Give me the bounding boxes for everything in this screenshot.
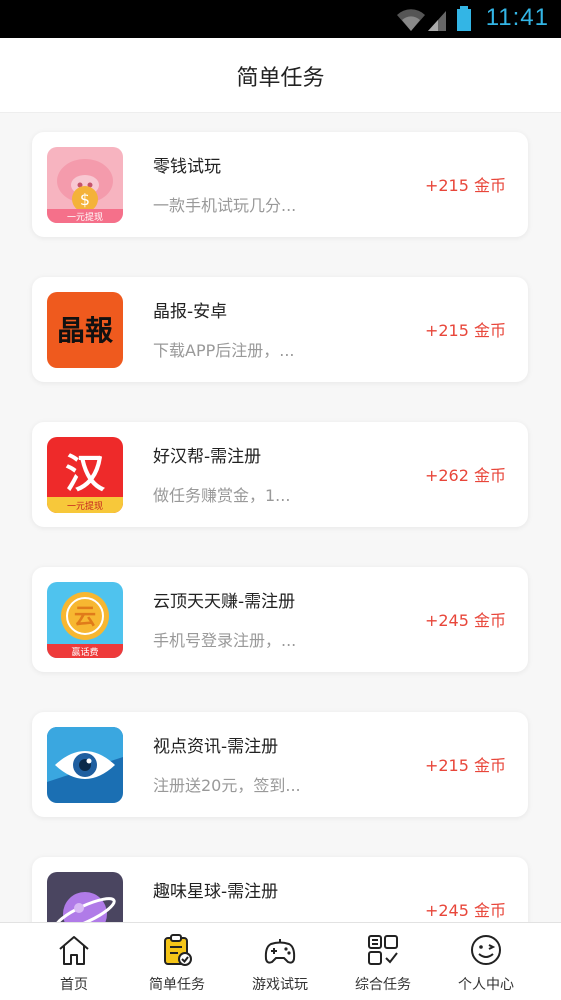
gamepad-icon — [264, 939, 296, 964]
task-description: 手机号登录注册，... — [153, 631, 297, 650]
task-card[interactable]: 趣味星球-需注册 +245 金币 — [32, 857, 528, 922]
task-card[interactable]: 云 赢话费 云顶天天赚-需注册 手机号登录注册，... +245 金币 — [32, 567, 528, 672]
task-description: 一款手机试玩几分... — [153, 196, 297, 215]
signal-icon — [428, 11, 446, 31]
tab-simple-tasks[interactable]: 简单任务 — [125, 923, 229, 1000]
task-reward: +215 金币 — [424, 756, 506, 775]
svg-text:云: 云 — [74, 605, 96, 630]
page-title: 简单任务 — [236, 66, 325, 91]
tab-game-trial[interactable]: 游戏试玩 — [228, 923, 332, 1000]
eye-logo-icon — [47, 727, 123, 803]
task-card[interactable]: 晶報 晶报-安卓 下载APP后注册，... +215 金币 — [32, 277, 528, 382]
wifi-icon — [397, 9, 425, 32]
task-name: 好汉帮-需注册 — [153, 447, 262, 467]
tab-label: 游戏试玩 — [252, 977, 308, 993]
svg-text:汉: 汉 — [65, 451, 106, 497]
battery-icon — [457, 6, 471, 31]
task-card[interactable]: 视点资讯-需注册 注册送20元，签到... +215 金币 — [32, 712, 528, 817]
bottom-tab-bar: 首页 简单任务 游戏试玩 综合任务 个人中心 — [0, 922, 561, 1000]
task-card[interactable]: $ 一元提现 零钱试玩 一款手机试玩几分... +215 金币 — [32, 132, 528, 237]
task-description: 做任务赚赏金，1... — [153, 486, 291, 505]
task-description: 下载APP后注册，... — [153, 341, 295, 360]
tab-home[interactable]: 首页 — [22, 923, 126, 1000]
status-bar: 11:41 — [0, 0, 561, 38]
tab-label: 简单任务 — [149, 977, 205, 993]
status-time: 11:41 — [485, 4, 549, 31]
task-description: 注册送20元，签到... — [153, 776, 301, 795]
task-reward: +215 金币 — [424, 176, 506, 195]
task-name: 晶报-安卓 — [153, 302, 228, 322]
task-name: 零钱试玩 — [153, 157, 221, 177]
jingbao-logo-icon: 晶報 — [47, 292, 123, 368]
task-name: 云顶天天赚-需注册 — [153, 592, 296, 612]
task-list[interactable]: $ 一元提现 零钱试玩 一款手机试玩几分... +215 金币 晶報 晶报-安卓… — [0, 112, 561, 922]
svg-text:赢话费: 赢话费 — [71, 646, 98, 658]
smiley-face-icon — [471, 935, 501, 965]
yunding-logo-icon: 云 赢话费 — [47, 582, 123, 658]
grid-checklist-icon — [368, 935, 398, 965]
piggy-bank-icon: $ 一元提现 — [47, 147, 123, 223]
task-reward: +215 金币 — [424, 321, 506, 340]
task-reward: +245 金币 — [424, 901, 506, 920]
tab-label: 首页 — [60, 977, 88, 993]
task-name: 趣味星球-需注册 — [153, 882, 279, 902]
planet-logo-icon — [47, 872, 123, 922]
page-header: 简单任务 — [0, 38, 561, 113]
svg-text:一元提现: 一元提现 — [67, 501, 103, 512]
tab-general-tasks[interactable]: 综合任务 — [331, 923, 435, 1000]
task-clipboard-icon — [164, 934, 192, 966]
home-icon — [59, 936, 89, 965]
task-card[interactable]: 汉 一元提现 好汉帮-需注册 做任务赚赏金，1... +262 金币 — [32, 422, 528, 527]
tab-label: 综合任务 — [355, 977, 411, 993]
svg-text:$: $ — [80, 190, 90, 209]
haohanbang-logo-icon: 汉 一元提现 — [47, 437, 123, 513]
svg-text:晶報: 晶報 — [57, 314, 114, 347]
svg-text:一元提现: 一元提现 — [67, 212, 103, 223]
task-reward: +262 金币 — [424, 466, 506, 485]
task-name: 视点资讯-需注册 — [153, 737, 279, 757]
tab-label: 个人中心 — [458, 977, 514, 993]
tab-personal-center[interactable]: 个人中心 — [434, 923, 538, 1000]
task-reward: +245 金币 — [424, 611, 506, 630]
